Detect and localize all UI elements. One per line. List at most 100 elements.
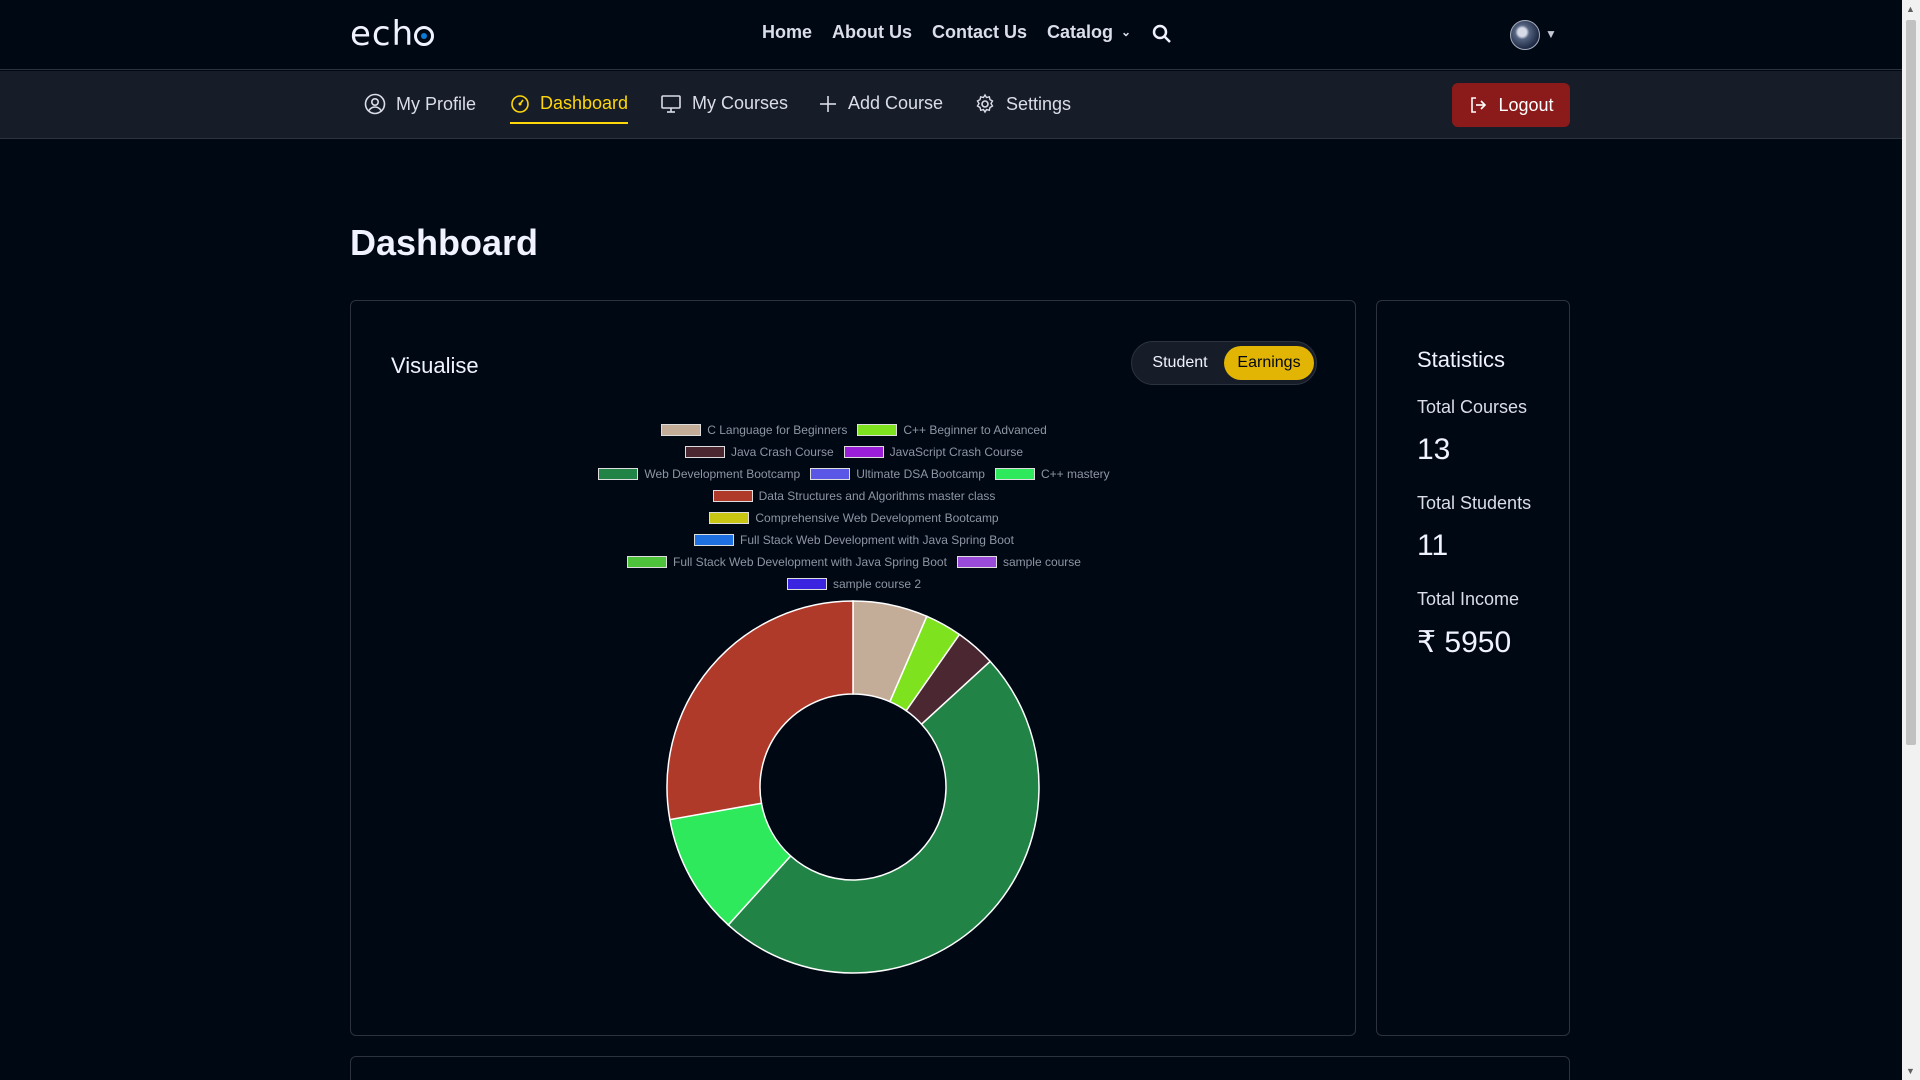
top-navbar: ech Home About Us Contact Us Catalog ⌄ ▼ [0, 0, 1902, 70]
legend-swatch [994, 468, 1035, 480]
total-courses-value: 13 [1417, 433, 1451, 466]
legend-item[interactable]: C++ Beginner to Advanced [857, 423, 1047, 437]
legend-item[interactable]: Data Structures and Algorithms master cl… [712, 489, 996, 503]
legend-row: Full Stack Web Development with Java Spr… [351, 529, 1357, 551]
legend-swatch [598, 468, 639, 480]
page-scrollbar[interactable]: ▲ ▼ [1902, 0, 1920, 1080]
legend-label: Full Stack Web Development with Java Spr… [673, 555, 947, 569]
legend-item[interactable]: sample course [956, 555, 1081, 569]
earnings-donut-chart [666, 600, 1040, 974]
total-students-label: Total Students [1417, 493, 1532, 513]
legend-row: sample course 2 [351, 573, 1357, 595]
legend-swatch [684, 446, 725, 458]
legend-row: Data Structures and Algorithms master cl… [351, 485, 1357, 507]
legend-item[interactable]: C++ mastery [994, 467, 1110, 481]
visualise-title: Visualise [391, 353, 479, 378]
legend-label: C++ Beginner to Advanced [903, 423, 1047, 437]
legend-label: C++ mastery [1040, 467, 1110, 481]
legend-label: Data Structures and Algorithms master cl… [758, 489, 996, 503]
total-courses-label: Total Courses [1417, 397, 1528, 417]
chart-legend: C Language for Beginners C++ Beginner to … [351, 419, 1357, 595]
legend-swatch [627, 556, 668, 568]
nav-home[interactable]: Home [762, 22, 812, 43]
total-income-label: Total Income [1417, 589, 1520, 609]
subnav-settings[interactable]: Settings [974, 93, 1071, 115]
nav-contact-us[interactable]: Contact Us [932, 22, 1027, 43]
chevron-down-icon: ⌄ [1121, 25, 1132, 39]
subnav-my-profile[interactable]: My Profile [364, 93, 476, 115]
legend-item[interactable]: Java Crash Course [684, 445, 834, 459]
legend-swatch [694, 534, 735, 546]
legend-label: Comprehensive Web Development Bootcamp [755, 511, 999, 525]
monitor-icon [661, 94, 681, 113]
legend-item[interactable]: JavaScript Crash Course [843, 445, 1024, 459]
scroll-thumb[interactable] [1906, 20, 1916, 745]
page-title: Dashboard [350, 222, 539, 263]
legend-label: C Language for Beginners [707, 423, 848, 437]
legend-item[interactable]: sample course 2 [786, 577, 921, 591]
legend-swatch [956, 556, 997, 568]
legend-label: sample course [1002, 555, 1081, 569]
logout-label: Logout [1498, 94, 1554, 115]
subnav-label: Settings [1006, 93, 1072, 114]
legend-label: JavaScript Crash Course [889, 445, 1024, 459]
legend-swatch [843, 446, 884, 458]
subnav-label: My Profile [396, 93, 477, 114]
bottom-card [350, 1056, 1570, 1080]
scroll-down-arrow-icon[interactable]: ▼ [1906, 1066, 1915, 1076]
search-icon[interactable] [1152, 24, 1172, 44]
logo-mark-icon [414, 26, 435, 46]
subnav-label: My Courses [692, 93, 789, 113]
legend-label: Ultimate DSA Bootcamp [856, 467, 985, 481]
brand-name-prefix: ech [350, 14, 415, 54]
gear-icon [976, 93, 994, 114]
legend-row: C Language for Beginners C++ Beginner to … [351, 419, 1357, 441]
subnav-my-courses[interactable]: My Courses [660, 93, 788, 114]
legend-item[interactable]: Ultimate DSA Bootcamp [810, 467, 985, 481]
subnav-add-course[interactable]: Add Course [818, 93, 943, 114]
donut-slice[interactable] [666, 600, 854, 821]
legend-row: Web Development Bootcamp Ultimate DSA Boo… [351, 463, 1357, 485]
legend-item[interactable]: Comprehensive Web Development Bootcamp [709, 511, 999, 525]
legend-item[interactable]: Full Stack Web Development with Java Spr… [627, 555, 947, 569]
avatar-caret-icon[interactable]: ▼ [1545, 27, 1557, 41]
subnav-dashboard[interactable]: Dashboard [510, 93, 629, 124]
legend-swatch [810, 468, 851, 480]
toggle-student[interactable]: Student [1138, 346, 1222, 380]
legend-swatch [661, 424, 702, 436]
legend-label: Full Stack Web Development with Java Spr… [740, 533, 1014, 547]
statistics-title: Statistics [1417, 347, 1506, 372]
legend-item[interactable]: Full Stack Web Development with Java Spr… [694, 533, 1014, 547]
legend-row: Comprehensive Web Development Bootcamp [351, 507, 1357, 529]
subnav-label: Dashboard [540, 93, 629, 113]
visualise-card: Visualise Student Earnings C Language fo… [350, 300, 1356, 1036]
nav-about-us[interactable]: About Us [832, 22, 912, 43]
legend-swatch [786, 578, 827, 590]
legend-swatch [709, 512, 750, 524]
main-nav: Home About Us Contact Us Catalog ⌄ [762, 22, 1131, 43]
legend-row: Full Stack Web Development with Java Spr… [351, 551, 1357, 573]
total-income-value: ₹ 5950 [1417, 626, 1512, 659]
logout-button[interactable]: Logout [1452, 83, 1570, 127]
visualise-toggle: Student Earnings [1131, 341, 1317, 385]
plus-icon [820, 95, 836, 112]
legend-swatch [712, 490, 753, 502]
legend-row: Java Crash Course JavaScript Crash Course [351, 441, 1357, 463]
scroll-up-arrow-icon[interactable]: ▲ [1906, 4, 1915, 14]
subnav-label: Add Course [848, 93, 944, 113]
legend-label: Web Development Bootcamp [644, 467, 801, 481]
total-students-value: 11 [1417, 529, 1449, 562]
toggle-earnings[interactable]: Earnings [1224, 346, 1314, 380]
legend-item[interactable]: Web Development Bootcamp [598, 467, 800, 481]
legend-label: Java Crash Course [730, 445, 834, 459]
brand-logo[interactable]: ech [350, 14, 435, 54]
dashboard-subnav: My Profile Dashboard My Courses Add Cour… [0, 71, 1902, 139]
user-circle-icon [364, 93, 386, 115]
user-avatar[interactable] [1510, 20, 1540, 50]
nav-catalog[interactable]: Catalog ⌄ [1047, 22, 1131, 43]
legend-swatch [857, 424, 898, 436]
dashboard-icon [511, 94, 529, 113]
nav-catalog-label: Catalog [1047, 22, 1114, 42]
legend-item[interactable]: C Language for Beginners [661, 423, 847, 437]
statistics-card: Statistics Total Courses 13 Total Studen… [1376, 300, 1570, 1036]
